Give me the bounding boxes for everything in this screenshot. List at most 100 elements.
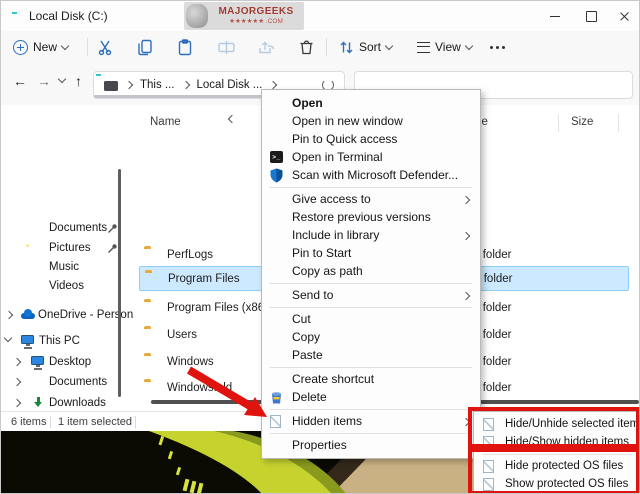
menu-separator (270, 409, 472, 410)
menu-item-label: Copy (292, 330, 320, 344)
share-icon (258, 40, 275, 55)
minimize-button[interactable] (542, 7, 568, 25)
file-name: Program Files (168, 273, 240, 285)
chevron-down-icon (61, 41, 69, 49)
context-menu: Open Open in new window Pin to Quick acc… (261, 89, 481, 459)
terminal-icon: >_ (270, 151, 283, 163)
rename-button[interactable] (214, 35, 239, 59)
up-button[interactable]: ↑ (75, 74, 82, 88)
menu-item-hidden-items[interactable]: Hidden items (262, 412, 480, 430)
copy-button[interactable] (133, 35, 157, 59)
breadcrumb-this-pc[interactable]: This ... (140, 79, 175, 91)
view-label: View (435, 40, 461, 54)
menu-item-label: Give access to (292, 192, 371, 206)
menu-item-paste[interactable]: Paste (262, 346, 480, 364)
menu-item-open[interactable]: Open (262, 94, 480, 112)
menu-item-label: Pin to Quick access (292, 132, 397, 146)
view-button[interactable]: View (413, 35, 476, 59)
menu-separator (270, 433, 472, 434)
file-name: Program Files (x86) (167, 302, 268, 314)
sort-ascending-icon (228, 115, 236, 123)
window-title: Local Disk (C:) (29, 9, 108, 23)
status-divider (50, 416, 51, 428)
column-header-name[interactable]: Name (150, 116, 181, 128)
see-more-button[interactable] (486, 35, 509, 59)
sort-label: Sort (359, 40, 381, 54)
menu-item-copy-as-path[interactable]: Copy as path (262, 262, 480, 280)
menu-item-label: Properties (292, 438, 347, 452)
menu-item-properties[interactable]: Properties (262, 436, 480, 454)
column-divider[interactable] (618, 114, 619, 132)
items-count: 6 items (11, 416, 46, 428)
submenu-arrow-icon (462, 195, 470, 203)
trash-icon (299, 39, 314, 55)
menu-item-copy[interactable]: Copy (262, 328, 480, 346)
defender-shield-icon (270, 168, 283, 183)
breadcrumb-separator-icon (269, 81, 277, 89)
column-header-size[interactable]: Size (571, 116, 593, 128)
breadcrumb-separator-icon (181, 81, 189, 89)
menu-item-give-access-to[interactable]: Give access to (262, 190, 480, 208)
menu-item-pin-to-start[interactable]: Pin to Start (262, 244, 480, 262)
breadcrumb-local-disk[interactable]: Local Disk ... (197, 79, 263, 91)
maximize-button[interactable] (578, 7, 604, 25)
sidebar-item-label: Videos (49, 280, 84, 292)
forward-button[interactable]: → (37, 74, 51, 88)
menu-item-label: Restore previous versions (292, 210, 431, 224)
new-label: New (33, 40, 57, 54)
annotation-box-hidden-items (468, 407, 640, 448)
new-button[interactable]: New (9, 35, 72, 59)
menu-item-scan-with-defender[interactable]: Scan with Microsoft Defender... (262, 166, 480, 184)
recent-locations-button[interactable] (58, 75, 66, 83)
majorgeeks-mascot (186, 4, 208, 28)
copy-icon (137, 39, 153, 56)
menu-item-label: Create shortcut (292, 372, 374, 386)
close-icon (619, 11, 630, 22)
menu-item-pin-to-quick-access[interactable]: Pin to Quick access (262, 130, 480, 148)
plus-icon (13, 40, 28, 55)
hidden-file-icon (270, 415, 281, 428)
file-name: Users (167, 329, 197, 341)
toolbar-divider (87, 38, 88, 56)
file-name: Windows.old (167, 382, 232, 394)
sidebar-scrollbar[interactable] (118, 169, 121, 397)
sidebar-item-label: Documents (49, 376, 107, 388)
sidebar-item-label: Desktop (49, 356, 91, 368)
back-button[interactable]: ← (13, 74, 27, 88)
maximize-icon (586, 11, 597, 22)
sidebar-item-label: Downloads (49, 397, 106, 409)
menu-item-cut[interactable]: Cut (262, 310, 480, 328)
pin-icon (107, 223, 118, 234)
menu-item-label: Include in library (292, 228, 379, 242)
menu-item-open-in-terminal[interactable]: >_ Open in Terminal (262, 148, 480, 166)
menu-item-create-shortcut[interactable]: Create shortcut (262, 370, 480, 388)
watermark-subtitle: ★★★★★★ .COM (208, 19, 304, 26)
recycle-bin-icon (270, 390, 283, 404)
toolbar-divider (326, 38, 327, 56)
more-icon (490, 46, 505, 49)
menu-item-delete[interactable]: Delete (262, 388, 480, 406)
file-explorer-window: Local Disk (C:) MAJORGEEKS ★★★★★★ .COM N… (0, 0, 640, 494)
paste-button[interactable] (173, 35, 197, 59)
chevron-down-icon (465, 41, 473, 49)
share-button[interactable] (254, 35, 279, 59)
menu-item-include-in-library[interactable]: Include in library (262, 226, 480, 244)
close-button[interactable] (611, 7, 637, 25)
menu-separator (270, 283, 472, 284)
column-divider[interactable] (558, 114, 559, 132)
menu-item-label: Cut (292, 312, 311, 326)
majorgeeks-watermark: MAJORGEEKS ★★★★★★ .COM (184, 2, 304, 30)
cut-button[interactable] (93, 35, 118, 59)
watermark-title: MAJORGEEKS (208, 7, 304, 17)
menu-separator (270, 187, 472, 188)
menu-item-label: Copy as path (292, 264, 363, 278)
menu-item-send-to[interactable]: Send to (262, 286, 480, 304)
menu-item-label: Paste (292, 348, 323, 362)
menu-item-open-in-new-window[interactable]: Open in new window (262, 112, 480, 130)
sort-button[interactable]: Sort (335, 35, 396, 59)
breadcrumb-separator-icon (125, 81, 133, 89)
menu-item-label: Open in new window (292, 114, 403, 128)
rename-icon (218, 40, 235, 55)
menu-item-restore-previous-versions[interactable]: Restore previous versions (262, 208, 480, 226)
delete-button[interactable] (295, 35, 318, 59)
